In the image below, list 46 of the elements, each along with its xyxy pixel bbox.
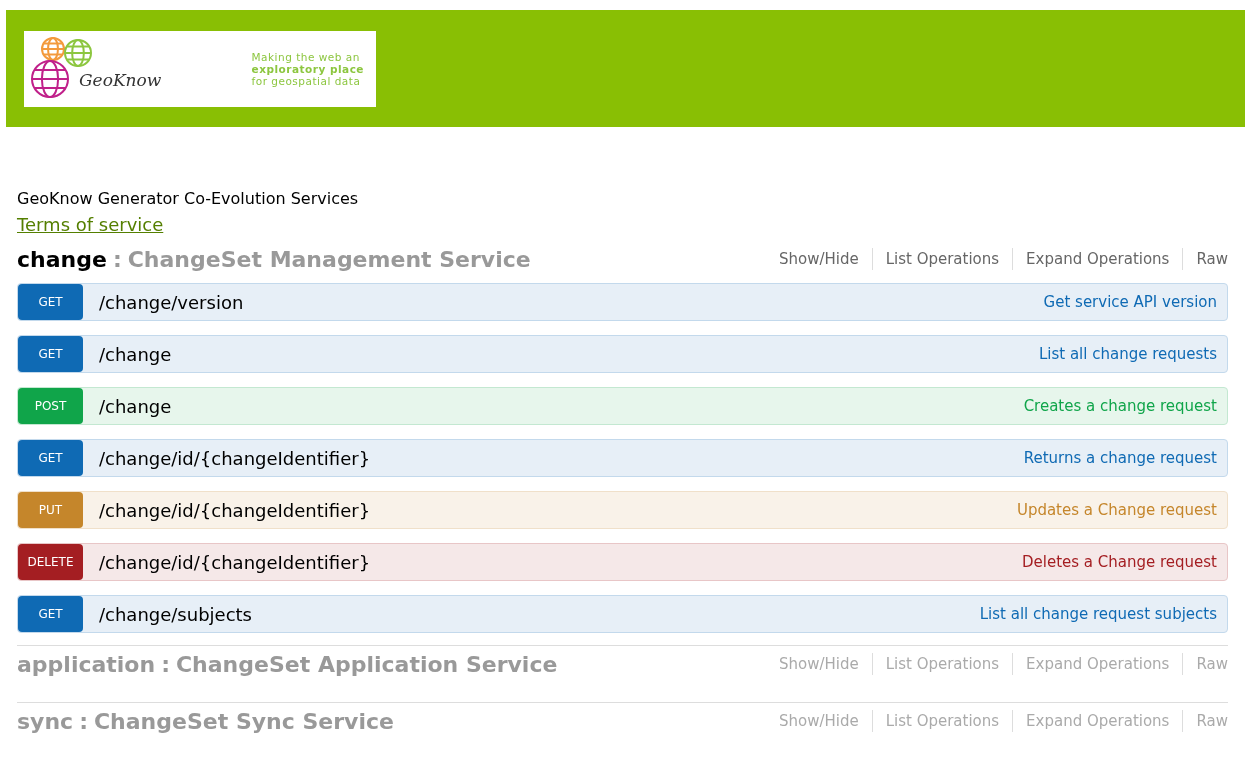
operation-summary: Get service API version <box>1043 291 1217 313</box>
http-method-badge: POST <box>18 388 83 424</box>
section-link[interactable]: Show/Hide <box>778 247 859 271</box>
section-link[interactable]: Raw <box>1196 247 1228 271</box>
operation-summary: Creates a change request <box>1023 395 1217 417</box>
section-separator: : <box>161 650 170 679</box>
operation-row[interactable]: GET /change/id/{changeIdentifier} Returns a change request <box>17 439 1228 477</box>
http-method-badge: GET <box>18 284 83 320</box>
logo-wordmark: GeoKnow <box>79 68 162 92</box>
logo-tagline: Making the web an <box>251 50 361 63</box>
operation-path: /change/id/{changeIdentifier} <box>99 550 371 575</box>
http-method-badge: GET <box>18 596 83 632</box>
operation-row[interactable]: GET /change/version Get service API version <box>17 283 1228 321</box>
section-separator: : <box>79 707 88 736</box>
section-name[interactable]: change <box>17 242 107 276</box>
http-method-badge: PUT <box>18 492 83 528</box>
operation-summary: Deletes a Change request <box>1021 551 1217 573</box>
operation-summary: List all change requests <box>1038 343 1217 365</box>
operation-path: /change/id/{changeIdentifier} <box>99 446 371 471</box>
section-separator: : <box>112 245 122 274</box>
http-method-badge: GET <box>18 440 83 476</box>
operation-summary: List all change request subjects <box>979 603 1217 625</box>
operation-path: /change/id/{changeIdentifier} <box>99 498 371 523</box>
operation-path: /change <box>99 342 172 367</box>
section-link[interactable]: Expand Operations <box>1026 247 1170 271</box>
operation-path: /change/subjects <box>99 602 252 627</box>
http-method-badge: GET <box>18 336 83 372</box>
logo-tagline: for geospatial data <box>251 74 361 87</box>
operation-row[interactable]: GET /change List all change requests <box>17 335 1228 373</box>
section-description: ChangeSet Sync Service <box>93 707 394 736</box>
api-title: GeoKnow Generator Co-Evolution Services <box>17 188 360 210</box>
section-link[interactable]: List Operations <box>885 247 1000 271</box>
operation-summary: Updates a Change request <box>1016 499 1217 521</box>
logo[interactable]: GeoKnow Making the web an exploratory place for geospatial data <box>24 30 376 107</box>
operation-summary: Returns a change request <box>1023 447 1217 469</box>
operation-row[interactable]: POST /change Creates a change request <box>17 387 1228 425</box>
section-description: ChangeSet Application Service <box>175 650 558 679</box>
operation-path: /change/version <box>99 290 244 315</box>
operation-row[interactable]: DELETE /change/id/{changeIdentifier} Deletes a Change request <box>17 543 1228 581</box>
operation-path: /change <box>99 394 172 419</box>
http-method-badge: DELETE <box>18 544 83 580</box>
section-description: ChangeSet Management Service <box>127 245 531 274</box>
operation-row[interactable]: PUT /change/id/{changeIdentifier} Updates a Change request <box>17 491 1228 529</box>
terms-link[interactable]: Terms of service <box>17 211 164 239</box>
logo-tagline: exploratory place <box>251 62 364 75</box>
operation-row[interactable]: GET /change/subjects List all change request subjects <box>17 595 1228 633</box>
